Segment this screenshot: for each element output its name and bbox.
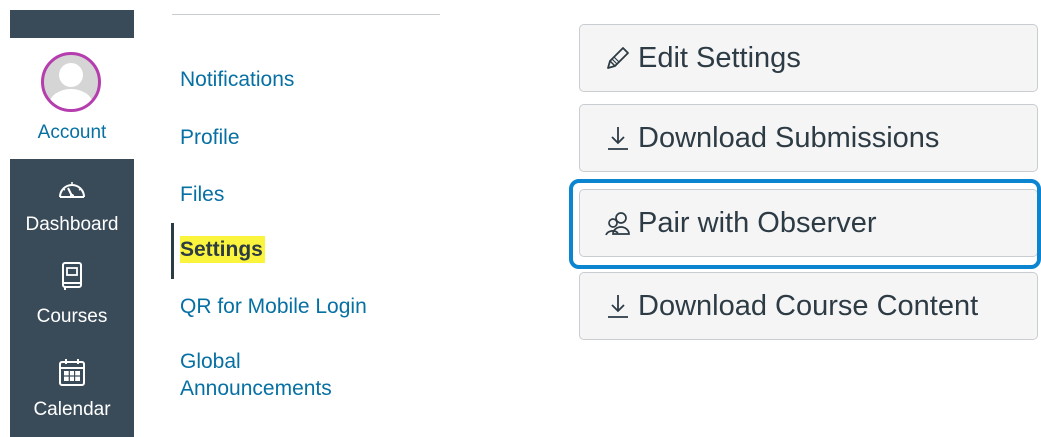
courses-icon [62, 262, 82, 290]
nav-item-calendar[interactable]: Calendar [10, 345, 134, 435]
pair-with-observer-button[interactable]: Pair with Observer [579, 189, 1038, 257]
subnav-item-global-announcements-line1: Global [180, 350, 241, 373]
nav-item-courses[interactable]: Courses [10, 251, 134, 341]
avatar [41, 52, 101, 112]
subnav-item-global-announcements-line2: Announcements [180, 377, 332, 400]
global-navigation: Account Dashboard Courses Calendar [10, 10, 134, 437]
download-submissions-button[interactable]: Download Submissions [579, 104, 1038, 172]
nav-top-strip [10, 10, 134, 38]
user-settings-page: Account Dashboard Courses Calendar Notif… [0, 0, 1041, 437]
nav-item-account[interactable]: Account [10, 38, 134, 159]
download-course-content-button[interactable]: Download Course Content [579, 272, 1038, 340]
subnav-divider [172, 14, 440, 15]
nav-item-dashboard-label: Dashboard [25, 214, 119, 235]
download-submissions-label: Download Submissions [638, 121, 940, 154]
nav-item-courses-label: Courses [36, 306, 108, 327]
download-icon [608, 127, 628, 150]
subnav-item-settings[interactable]: Settings [180, 236, 265, 263]
subnav-item-global-announcements[interactable]: Global Announcements [180, 348, 332, 402]
pair-with-observer-label: Pair with Observer [638, 206, 877, 239]
edit-settings-label: Edit Settings [638, 41, 801, 74]
nav-item-account-label: Account [37, 122, 107, 143]
subnav-item-qr-login[interactable]: QR for Mobile Login [180, 293, 367, 320]
subnav-item-profile[interactable]: Profile [180, 124, 240, 151]
subnav-item-notifications[interactable]: Notifications [180, 66, 294, 93]
nav-dark-section: Dashboard Courses Calendar [10, 159, 134, 437]
edit-settings-button[interactable]: Edit Settings [579, 24, 1038, 92]
subnav-active-indicator [171, 223, 174, 279]
download-icon [608, 295, 628, 318]
pencil-icon [607, 47, 629, 69]
calendar-icon [59, 359, 85, 386]
nav-item-dashboard[interactable]: Dashboard [10, 159, 134, 249]
subnav-item-files[interactable]: Files [180, 181, 224, 208]
dashboard-icon [59, 182, 85, 198]
download-course-content-label: Download Course Content [638, 289, 979, 322]
nav-item-calendar-label: Calendar [33, 399, 111, 420]
observer-icon [605, 212, 630, 236]
